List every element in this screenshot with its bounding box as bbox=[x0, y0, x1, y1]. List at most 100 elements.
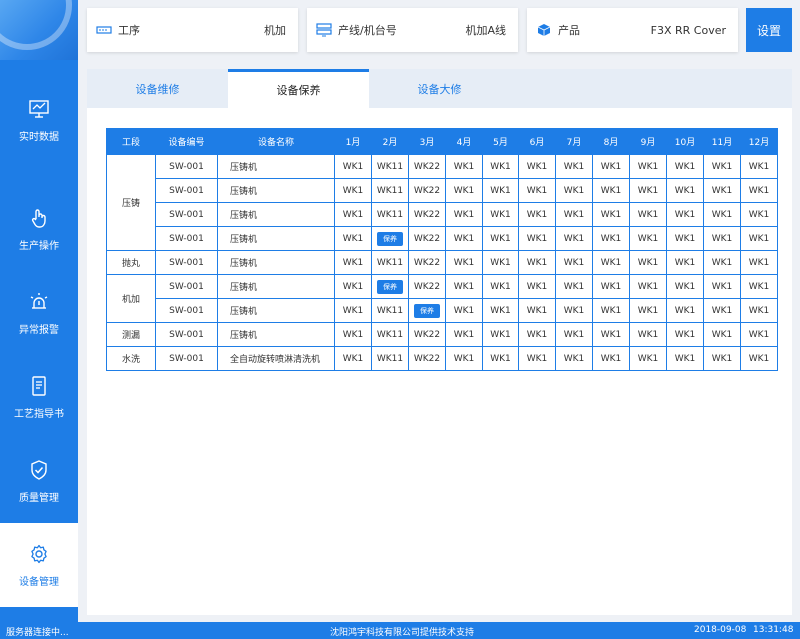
support-text: 沈阳鸿宇科技有限公司提供技术支持 bbox=[330, 628, 475, 638]
month-cell: WK1 bbox=[334, 322, 372, 347]
month-cell: WK1 bbox=[703, 322, 741, 347]
line-box[interactable]: 产线/机台号 机加A线 bbox=[307, 8, 518, 52]
product-box[interactable]: 产品 F3X RR Cover bbox=[527, 8, 738, 52]
status-bar: 服务器连接中... 沈阳鸿宇科技有限公司提供技术支持 2018-09-08 13… bbox=[0, 622, 800, 639]
tab-repair[interactable]: 设备维修 bbox=[87, 69, 228, 108]
equipment-code-cell: SW-001 bbox=[155, 202, 218, 227]
sidebar-item-2[interactable]: 异常报警 bbox=[0, 271, 78, 355]
month-cell: WK1 bbox=[740, 298, 778, 323]
column-header: 12月 bbox=[740, 128, 778, 155]
month-cell: WK1 bbox=[482, 226, 519, 251]
month-cell: WK11 bbox=[371, 346, 409, 371]
sidebar-item-0[interactable]: 实时数据 bbox=[0, 78, 78, 162]
column-header: 1月 bbox=[334, 128, 372, 155]
process-value: 机加 bbox=[264, 24, 286, 37]
document-icon bbox=[28, 375, 50, 397]
month-cell: WK1 bbox=[629, 322, 667, 347]
equipment-code-cell: SW-001 bbox=[155, 154, 218, 179]
month-cell: WK1 bbox=[703, 202, 741, 227]
month-cell: WK1 bbox=[592, 178, 630, 203]
month-cell: WK1 bbox=[592, 154, 630, 179]
sidebar-item-4[interactable]: 质量管理 bbox=[0, 439, 78, 523]
table-header-row: 工段 设备编号 设备名称 1月 2月 3月 4月 5月 6月 7月 8月 9月 10月 11月 12月 bbox=[106, 128, 778, 155]
product-label: 产品 bbox=[558, 24, 580, 37]
month-cell: WK1 bbox=[629, 250, 667, 275]
month-cell: WK1 bbox=[482, 202, 519, 227]
sidebar: 实时数据生产操作异常报警工艺指导书 质量管理 设备管理 bbox=[0, 0, 78, 622]
month-cell: WK1 bbox=[482, 346, 519, 371]
month-cell: WK1 bbox=[482, 154, 519, 179]
maintain-badge[interactable]: 保养 bbox=[377, 279, 403, 294]
month-cell: WK1 bbox=[445, 178, 483, 203]
month-cell: WK1 bbox=[518, 178, 556, 203]
month-cell: WK11 bbox=[371, 154, 409, 179]
equipment-code-cell: SW-001 bbox=[155, 298, 218, 323]
hand-pointer-icon bbox=[28, 207, 50, 229]
sidebar-item-3[interactable]: 工艺指导书 bbox=[0, 355, 78, 439]
status-date: 2018-09-08 bbox=[694, 625, 747, 635]
section-cell: 测漏 bbox=[106, 322, 156, 347]
sidebar-item-label: 实时数据 bbox=[19, 131, 59, 143]
month-cell: 保养 bbox=[371, 226, 409, 251]
sidebar-item-5[interactable]: 设备管理 bbox=[0, 523, 78, 607]
settings-button[interactable]: 设置 bbox=[746, 8, 792, 52]
maintain-badge[interactable]: 保养 bbox=[377, 231, 403, 246]
process-icon bbox=[96, 26, 112, 34]
equipment-name-cell: 压铸机 bbox=[217, 298, 335, 323]
month-cell: WK1 bbox=[482, 298, 519, 323]
line-value: 机加A线 bbox=[465, 24, 506, 37]
equipment-code-cell: SW-001 bbox=[155, 346, 218, 371]
monitor-icon bbox=[28, 98, 50, 120]
month-cell: WK1 bbox=[703, 346, 741, 371]
equipment-code-cell: SW-001 bbox=[155, 178, 218, 203]
month-cell: WK1 bbox=[555, 202, 593, 227]
month-cell: WK1 bbox=[703, 298, 741, 323]
column-header: 6月 bbox=[518, 128, 556, 155]
process-box[interactable]: 工序 机加 bbox=[87, 8, 298, 52]
month-cell: WK1 bbox=[334, 346, 372, 371]
month-cell: WK1 bbox=[518, 154, 556, 179]
month-cell: WK1 bbox=[666, 178, 704, 203]
column-header: 5月 bbox=[482, 128, 519, 155]
month-cell: WK1 bbox=[445, 226, 483, 251]
month-cell: WK11 bbox=[371, 178, 409, 203]
equipment-name-cell: 压铸机 bbox=[217, 154, 335, 179]
cube-icon bbox=[537, 24, 551, 36]
column-header: 9月 bbox=[629, 128, 667, 155]
month-cell: WK1 bbox=[334, 178, 372, 203]
table-row: 测漏 SW-001 压铸机 WK1 WK11 WK22 WK1 WK1 WK1 WK1 WK1 WK1… bbox=[106, 322, 778, 347]
month-cell: WK1 bbox=[666, 322, 704, 347]
month-cell: WK1 bbox=[740, 178, 778, 203]
equipment-name-cell: 全自动旋转喷淋清洗机 bbox=[217, 346, 335, 371]
month-cell: WK1 bbox=[629, 202, 667, 227]
month-cell: WK1 bbox=[555, 322, 593, 347]
month-cell: WK1 bbox=[334, 154, 372, 179]
month-cell: WK1 bbox=[703, 274, 741, 299]
month-cell: WK22 bbox=[408, 346, 446, 371]
table-row: SW-001 压铸机 WK1 保养 WK22 WK1 WK1 WK1 WK1 WK1 WK1 WK1 W… bbox=[107, 226, 778, 251]
month-cell: WK1 bbox=[555, 274, 593, 299]
product-value: F3X RR Cover bbox=[650, 23, 726, 37]
month-cell: WK22 bbox=[408, 274, 446, 299]
month-cell: WK1 bbox=[666, 274, 704, 299]
month-cell: WK1 bbox=[555, 298, 593, 323]
column-header: 3月 bbox=[408, 128, 446, 155]
month-cell: WK1 bbox=[445, 346, 483, 371]
section-cell: 抛丸 bbox=[106, 250, 156, 275]
equipment-name-cell: 压铸机 bbox=[217, 178, 335, 203]
equipment-name-cell: 压铸机 bbox=[217, 322, 335, 347]
section-cell: 机加 bbox=[106, 274, 156, 323]
month-cell: WK1 bbox=[703, 250, 741, 275]
month-cell: WK1 bbox=[482, 250, 519, 275]
sidebar-item-label: 异常报警 bbox=[19, 324, 59, 336]
month-cell: WK1 bbox=[666, 250, 704, 275]
table-row: 水洗 SW-001 全自动旋转喷淋清洗机 WK1 WK11 WK22 WK1 WK1 WK1 WK… bbox=[106, 346, 778, 371]
month-cell: WK1 bbox=[445, 154, 483, 179]
tab-maintenance[interactable]: 设备保养 bbox=[228, 69, 369, 108]
table-row: 压铸 SW-001 压铸机 WK1 WK11 WK22 WK1 WK1 WK1 WK1 WK1 WK1… bbox=[106, 154, 778, 251]
month-cell: WK1 bbox=[592, 322, 630, 347]
sidebar-item-1[interactable]: 生产操作 bbox=[0, 187, 78, 271]
maintain-badge[interactable]: 保养 bbox=[414, 303, 440, 318]
tab-overhaul[interactable]: 设备大修 bbox=[369, 69, 510, 108]
month-cell: WK1 bbox=[518, 226, 556, 251]
